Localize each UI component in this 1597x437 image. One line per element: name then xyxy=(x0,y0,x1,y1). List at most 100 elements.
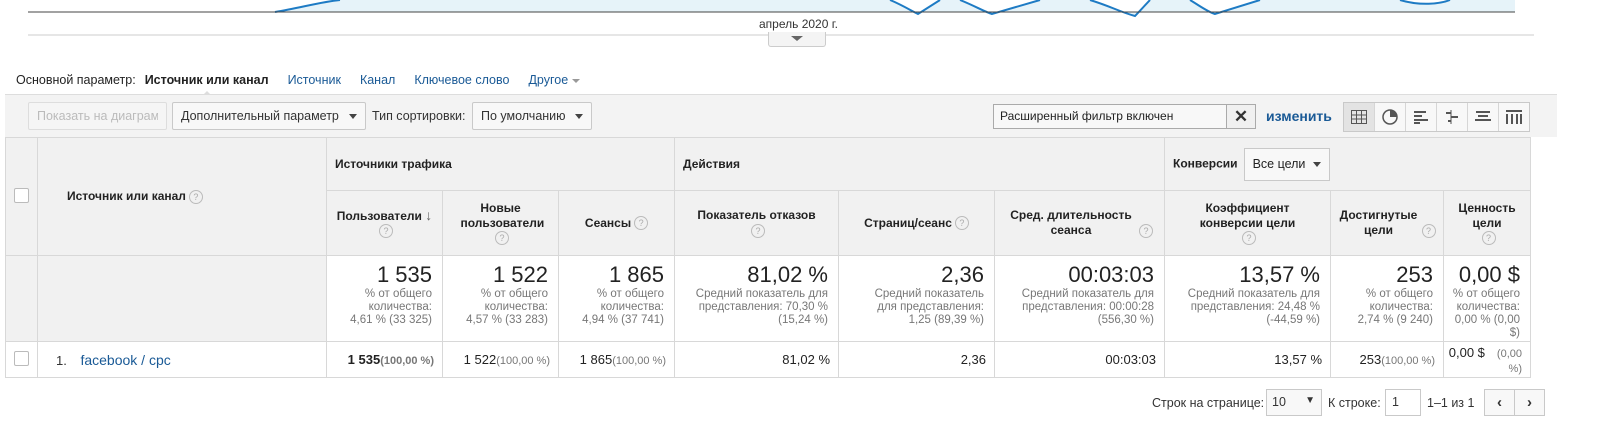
total-cell: 1 865% от общего количества: 4,94 % (37 74… xyxy=(558,255,675,342)
help-icon[interactable]: ? xyxy=(188,189,203,204)
total-subtext: % от общего xyxy=(1452,288,1520,300)
help-icon[interactable]: ? xyxy=(379,224,393,239)
group-conversions-label: Конверсии xyxy=(1173,156,1238,171)
total-value: 1 535 xyxy=(376,262,432,287)
cell-percent: (100,00 %) xyxy=(496,355,550,367)
total-cell: 1 522% от общего количества: 4,57 % (33 28… xyxy=(442,255,559,342)
help-icon[interactable]: ? xyxy=(1242,231,1256,246)
total-value: 13,57 % xyxy=(1239,262,1320,287)
chevron-left-icon: ‹ xyxy=(1497,394,1502,411)
column-header-bounce-rate[interactable]: Показатель отказов? xyxy=(674,190,839,256)
next-page-button[interactable]: › xyxy=(1515,390,1544,415)
total-subtext: Средний показатель xyxy=(874,288,984,300)
total-cell: 0,00 $% от общего количества: 0,00 % (0,00… xyxy=(1443,255,1531,342)
row-dimension-link[interactable]: facebook / cpc xyxy=(80,352,170,368)
group-acquisition: Источники трафика xyxy=(326,137,675,191)
total-cell: 00:03:03 Средний показатель для представле… xyxy=(994,255,1165,342)
table-row[interactable]: 1. facebook / cpc 1 535(100,00 %) 1 522(1… xyxy=(5,341,1531,378)
edit-filter-link[interactable]: изменить xyxy=(1266,108,1332,124)
caret-down-icon xyxy=(1312,161,1321,167)
page-range: 1–1 из 1 xyxy=(1427,396,1475,410)
help-icon[interactable]: ? xyxy=(634,216,649,231)
term-cloud-view-icon[interactable] xyxy=(1468,103,1499,131)
cell-percent: (100,00 %) xyxy=(1381,355,1435,367)
pie-view-icon[interactable] xyxy=(1375,103,1406,131)
table-cell: 1 522(100,00 %) xyxy=(442,341,559,378)
column-header-new-users[interactable]: Новые пользователи? xyxy=(442,190,559,256)
total-value: 2,36 xyxy=(941,262,984,287)
goto-row-input[interactable]: 1 xyxy=(1385,389,1421,416)
table-cell: 81,02 % xyxy=(674,341,839,378)
collapse-chart-button[interactable] xyxy=(768,32,826,47)
help-icon[interactable]: ? xyxy=(1481,231,1496,246)
prev-page-button[interactable]: ‹ xyxy=(1485,390,1515,415)
column-label: Страниц/сеанс xyxy=(864,215,952,230)
dimension-other-dropdown[interactable]: Другое xyxy=(528,73,581,87)
dimension-header-label: Источник или канал xyxy=(67,189,186,204)
column-header-goal-conversion-rate[interactable]: Коэффициент конверсии цели? xyxy=(1164,190,1331,256)
caret-down-icon xyxy=(349,113,357,119)
cell-percent: (100,00 %) xyxy=(612,355,666,367)
chart-date-label: апрель 2020 г. xyxy=(759,17,838,31)
select-all-checkbox[interactable] xyxy=(14,187,29,203)
total-subtext: количества: xyxy=(368,301,432,313)
cell-value: 1 865 xyxy=(579,352,613,367)
dimension-link-medium[interactable]: Канал xyxy=(360,73,395,87)
column-header-goal-completions[interactable]: Достигнутые цели? xyxy=(1330,190,1444,256)
total-subtext: % от общего xyxy=(480,288,548,300)
group-behavior: Действия xyxy=(674,137,1165,191)
plot-rows-label: Показать на диаграмме xyxy=(37,109,158,123)
advanced-filter-input[interactable]: Расширенный фильтр включен xyxy=(993,104,1227,129)
cell-value: 0,00 $ xyxy=(1448,344,1485,360)
column-header-avg-session-duration[interactable]: Сред. длительность сеанса? xyxy=(994,190,1165,256)
column-label: Пользователи xyxy=(336,208,422,223)
total-subtext: Средний показатель для xyxy=(1021,288,1154,300)
row-checkbox[interactable] xyxy=(14,350,29,366)
secondary-dimension-dropdown[interactable]: Дополнительный параметр xyxy=(172,102,366,130)
help-icon[interactable]: ? xyxy=(954,216,969,231)
total-value: 1 865 xyxy=(608,262,664,287)
table-view-icon[interactable] xyxy=(1344,103,1375,131)
select-all-cell xyxy=(5,137,38,256)
performance-view-icon[interactable] xyxy=(1406,103,1437,131)
cell-value: 1 535 xyxy=(347,352,381,367)
primary-dimension-active: Источник или канал xyxy=(144,73,269,97)
dimension-link-keyword[interactable]: Ключевое слово xyxy=(414,73,509,87)
dimension-link-source[interactable]: Источник xyxy=(288,73,341,87)
plot-rows-button[interactable]: Показать на диаграмме xyxy=(28,102,167,130)
other-label: Другое xyxy=(528,73,569,87)
clear-filter-button[interactable]: ✕ xyxy=(1226,104,1256,129)
help-icon[interactable]: ? xyxy=(1139,223,1153,238)
total-subtext: представления: 70,30 % xyxy=(698,301,828,313)
total-value: 0,00 $ xyxy=(1458,262,1520,287)
column-header-pages-per-session[interactable]: Страниц/сеанс? xyxy=(838,190,995,256)
total-cell: 2,36 Средний показатель для представления:… xyxy=(838,255,995,342)
column-header-sessions[interactable]: Сеансы? xyxy=(558,190,675,256)
dimension-header[interactable]: Источник или канал? xyxy=(37,137,327,256)
total-subtext: количества: xyxy=(1456,301,1520,313)
cell-value: 81,02 % xyxy=(782,352,830,367)
pivot-view-icon[interactable] xyxy=(1499,103,1529,131)
sort-type-label: Тип сортировки: xyxy=(372,109,466,123)
column-header-goal-value[interactable]: Ценность цели? xyxy=(1443,190,1531,256)
table-cell: 1 535(100,00 %) xyxy=(326,341,443,378)
table-toolbar: Показать на диаграмме Дополнительный пар… xyxy=(5,94,1557,137)
help-icon[interactable]: ? xyxy=(1421,223,1436,238)
page-nav: ‹ › xyxy=(1484,389,1545,416)
column-header-users[interactable]: Пользователи ↓? xyxy=(326,190,443,256)
group-conversions: Конверсии Все цели xyxy=(1164,137,1531,191)
chevron-down-icon xyxy=(791,36,803,41)
goal-select-dropdown[interactable]: Все цели xyxy=(1243,147,1330,181)
sort-desc-icon: ↓ xyxy=(425,206,433,223)
cell-percent: (100,00 %) xyxy=(380,355,434,367)
help-icon[interactable]: ? xyxy=(751,223,765,238)
column-label: Ценность цели xyxy=(1458,200,1516,230)
comparison-view-icon[interactable] xyxy=(1437,103,1468,131)
sort-type-dropdown[interactable]: По умолчанию xyxy=(472,102,592,130)
column-label: Сред. длительность сеанса xyxy=(1010,208,1132,237)
cell-value: 00:03:03 xyxy=(1105,352,1156,367)
help-icon[interactable]: ? xyxy=(495,231,509,246)
rows-per-page-select[interactable]: 10 ▼ xyxy=(1266,389,1322,416)
totals-row: 1 535% от общего количества: 4,61 % (33 32… xyxy=(5,255,1531,342)
caret-down-icon xyxy=(572,78,581,83)
